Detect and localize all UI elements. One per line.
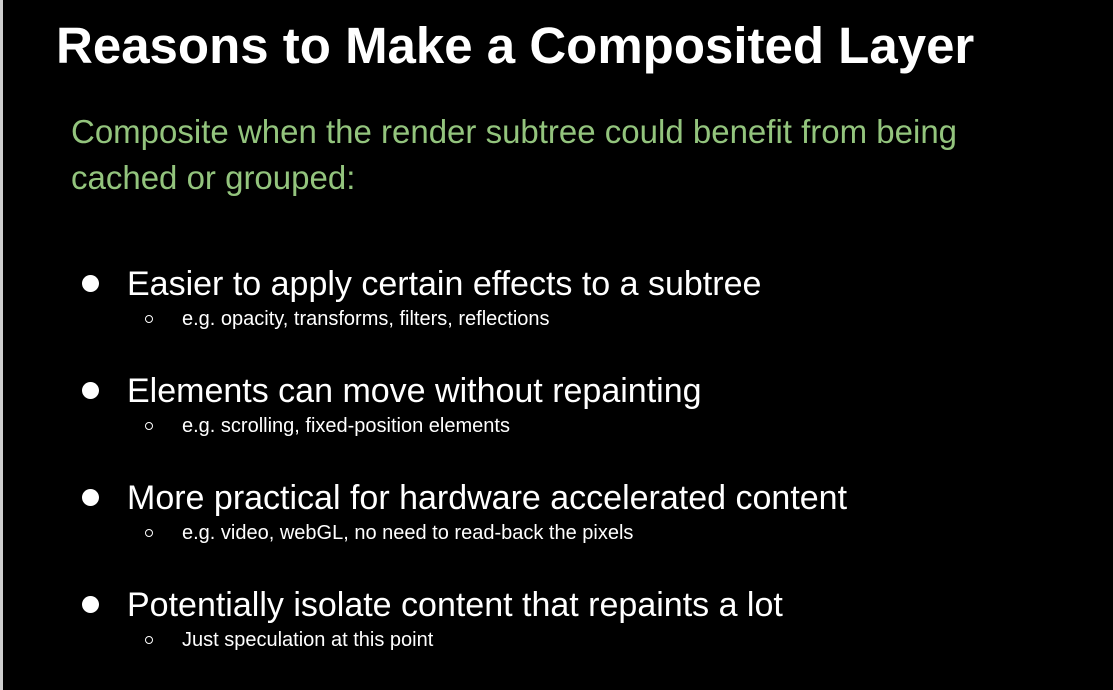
hollow-bullet-icon bbox=[145, 422, 153, 430]
hollow-bullet-icon bbox=[145, 315, 153, 323]
bullet-item: More practical for hardware accelerated … bbox=[0, 476, 1113, 583]
bullet-text: More practical for hardware accelerated … bbox=[127, 479, 848, 517]
slide-title: Reasons to Make a Composited Layer bbox=[56, 17, 975, 74]
slide: Reasons to Make a Composited Layer Compo… bbox=[0, 0, 1113, 690]
sub-bullet-text: e.g. opacity, transforms, filters, refle… bbox=[182, 308, 550, 330]
filled-bullet-icon bbox=[82, 382, 99, 399]
hollow-bullet-icon bbox=[145, 529, 153, 537]
filled-bullet-icon bbox=[82, 596, 99, 613]
bullet-item: Potentially isolate content that repaint… bbox=[0, 583, 1113, 690]
sub-bullet-text: e.g. video, webGL, no need to read-back … bbox=[182, 522, 634, 544]
bullet-list: Easier to apply certain effects to a sub… bbox=[0, 262, 1113, 690]
hollow-bullet-icon bbox=[145, 636, 153, 644]
sub-bullet-text: Just speculation at this point bbox=[182, 629, 434, 651]
sub-bullet-text: e.g. scrolling, fixed-position elements bbox=[182, 415, 510, 437]
filled-bullet-icon bbox=[82, 275, 99, 292]
bullet-item: Elements can move without repainting e.g… bbox=[0, 369, 1113, 476]
bullet-text: Easier to apply certain effects to a sub… bbox=[127, 265, 762, 303]
bullet-item: Easier to apply certain effects to a sub… bbox=[0, 262, 1113, 369]
bullet-text: Potentially isolate content that repaint… bbox=[127, 586, 783, 624]
filled-bullet-icon bbox=[82, 489, 99, 506]
bullet-text: Elements can move without repainting bbox=[127, 372, 702, 410]
slide-subtitle: Composite when the render subtree could … bbox=[71, 113, 958, 196]
